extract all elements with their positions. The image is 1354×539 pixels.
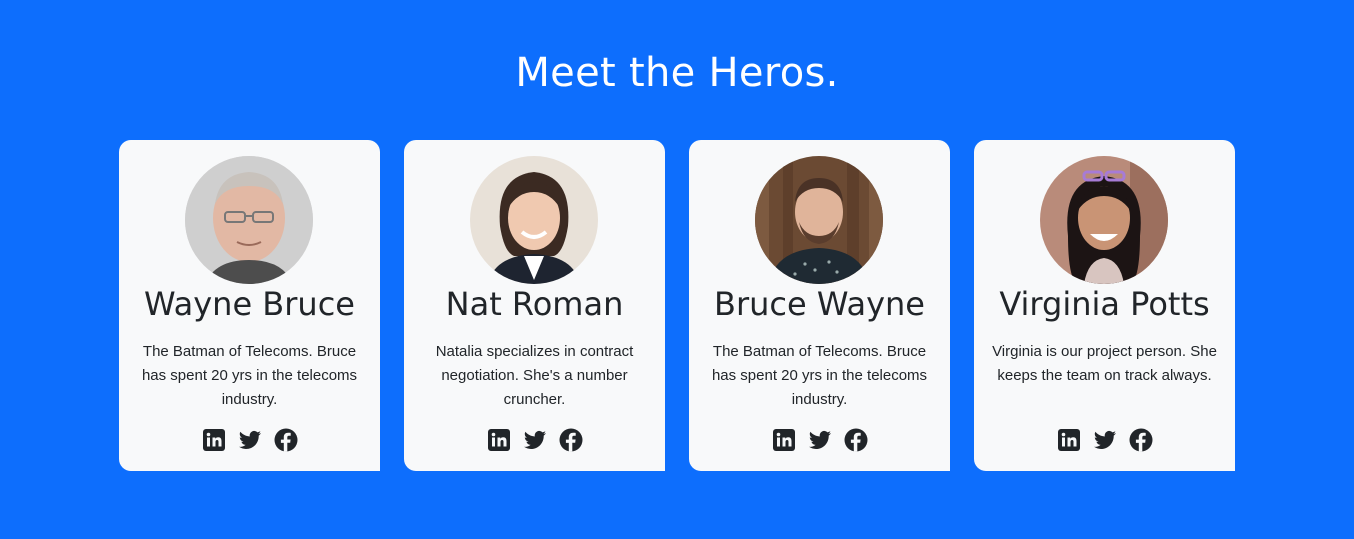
section-title: Meet the Heros. [515, 50, 839, 96]
avatar [185, 156, 313, 284]
hero-name: Virginia Potts [999, 285, 1210, 323]
hero-bio: Natalia specializes in contract negotiat… [435, 343, 634, 408]
hero-bio: The Batman of Telecoms. Bruce has spent … [711, 343, 928, 408]
avatar [755, 156, 883, 284]
avatar [470, 156, 598, 284]
hero-cards: Wayne Bruce The Batman of Telecoms. Bruc… [119, 140, 1235, 471]
social-links [404, 428, 665, 452]
hero-card: Nat Roman Natalia specializes in contrac… [404, 140, 665, 471]
hero-card: Bruce Wayne The Batman of Telecoms. Bruc… [689, 140, 950, 471]
twitter-icon[interactable] [523, 428, 547, 452]
hero-card: Wayne Bruce The Batman of Telecoms. Bruc… [119, 140, 380, 471]
hero-name: Wayne Bruce [144, 285, 355, 323]
linkedin-icon[interactable] [202, 428, 226, 452]
facebook-icon[interactable] [1129, 428, 1153, 452]
social-links [689, 428, 950, 452]
social-links [119, 428, 380, 452]
facebook-icon[interactable] [559, 428, 583, 452]
hero-bio: Virginia is our project person. She keep… [992, 343, 1217, 384]
hero-name: Bruce Wayne [714, 285, 925, 323]
facebook-icon[interactable] [274, 428, 298, 452]
avatar [1040, 156, 1168, 284]
twitter-icon[interactable] [238, 428, 262, 452]
team-section: Meet the Heros. Wayne Bruce The Batman o… [0, 0, 1354, 539]
linkedin-icon[interactable] [772, 428, 796, 452]
hero-name: Nat Roman [445, 285, 624, 323]
hero-card: Virginia Potts Virginia is our project p… [974, 140, 1235, 471]
linkedin-icon[interactable] [487, 428, 511, 452]
social-links [974, 428, 1235, 452]
linkedin-icon[interactable] [1057, 428, 1081, 452]
twitter-icon[interactable] [808, 428, 832, 452]
twitter-icon[interactable] [1093, 428, 1117, 452]
hero-bio: The Batman of Telecoms. Bruce has spent … [141, 343, 358, 408]
facebook-icon[interactable] [844, 428, 868, 452]
